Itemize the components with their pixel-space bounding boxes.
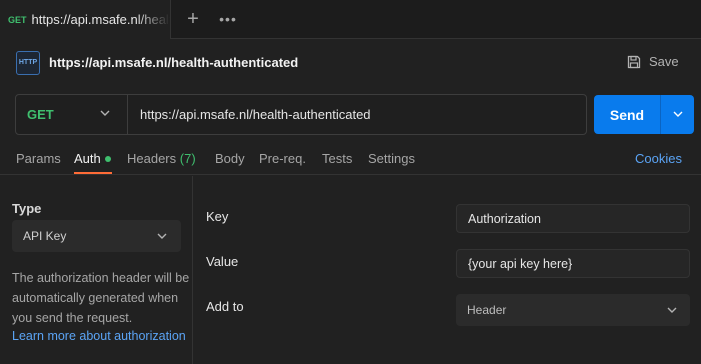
key-label: Key [206, 209, 229, 224]
url-input[interactable]: https://api.msafe.nl/health-authenticate… [140, 107, 371, 122]
chevron-down-icon [100, 110, 110, 116]
tab-settings[interactable]: Settings [368, 151, 415, 166]
key-field-value: Authorization [468, 212, 541, 226]
tab-headers-label: Headers [127, 151, 177, 166]
chevron-down-icon [667, 307, 677, 313]
tab-params[interactable]: Params [16, 151, 61, 166]
auth-type-panel: Type API Key The authorization header wi… [0, 176, 193, 364]
tab-auth[interactable]: Auth [74, 151, 111, 166]
chevron-down-icon [673, 111, 682, 117]
tab-url: https://api.msafe.nl/health-authenticate… [31, 12, 170, 27]
status-dot-icon [104, 155, 111, 162]
request-subtabs: Params Auth Headers (7) Body Pre-req. Te… [0, 147, 701, 175]
request-tab[interactable]: GET https://api.msafe.nl/health-authenti… [0, 0, 171, 39]
tab-headers[interactable]: Headers (7) [127, 151, 196, 166]
add-to-value: Header [467, 303, 507, 317]
cookies-link[interactable]: Cookies [635, 151, 682, 166]
tab-body[interactable]: Body [215, 151, 245, 166]
method-select[interactable]: GET [16, 95, 128, 134]
tab-prereq[interactable]: Pre-req. [259, 151, 306, 166]
auth-type-select[interactable]: API Key [12, 220, 181, 252]
url-bar: GET https://api.msafe.nl/health-authenti… [15, 94, 587, 135]
request-title[interactable]: https://api.msafe.nl/health-authenticate… [49, 55, 298, 70]
send-button-group: Send [594, 95, 694, 134]
save-icon [627, 55, 641, 68]
key-field[interactable]: Authorization [456, 204, 690, 233]
add-to-select[interactable]: Header [456, 294, 690, 326]
tab-tests[interactable]: Tests [322, 151, 352, 166]
add-to-label: Add to [206, 299, 244, 314]
value-field[interactable]: {your api key here} [456, 249, 690, 278]
headers-count: (7) [179, 151, 196, 166]
chevron-down-icon [157, 233, 167, 239]
auth-type-value: API Key [23, 229, 67, 243]
learn-more-link[interactable]: Learn more about authorization [12, 329, 186, 343]
tab-auth-label: Auth [74, 151, 101, 166]
active-tab-indicator [74, 172, 112, 174]
tab-bar: GET https://api.msafe.nl/health-authenti… [0, 0, 701, 39]
http-request-icon: HTTP [16, 51, 40, 75]
plus-icon[interactable]: + [183, 9, 203, 29]
auth-type-label: Type [12, 201, 42, 216]
value-label: Value [206, 254, 239, 269]
method-value: GET [27, 107, 54, 122]
send-button[interactable]: Send [594, 95, 661, 134]
save-button[interactable]: Save [627, 54, 679, 69]
tab-method: GET [8, 14, 27, 25]
save-label: Save [649, 54, 679, 69]
auth-description: The authorization header will be automat… [12, 271, 190, 325]
http-icon-text: HTTP [18, 59, 38, 66]
send-options-button[interactable] [661, 95, 694, 134]
more-horizontal-icon[interactable]: ••• [218, 10, 238, 28]
value-field-value: {your api key here} [468, 257, 573, 271]
